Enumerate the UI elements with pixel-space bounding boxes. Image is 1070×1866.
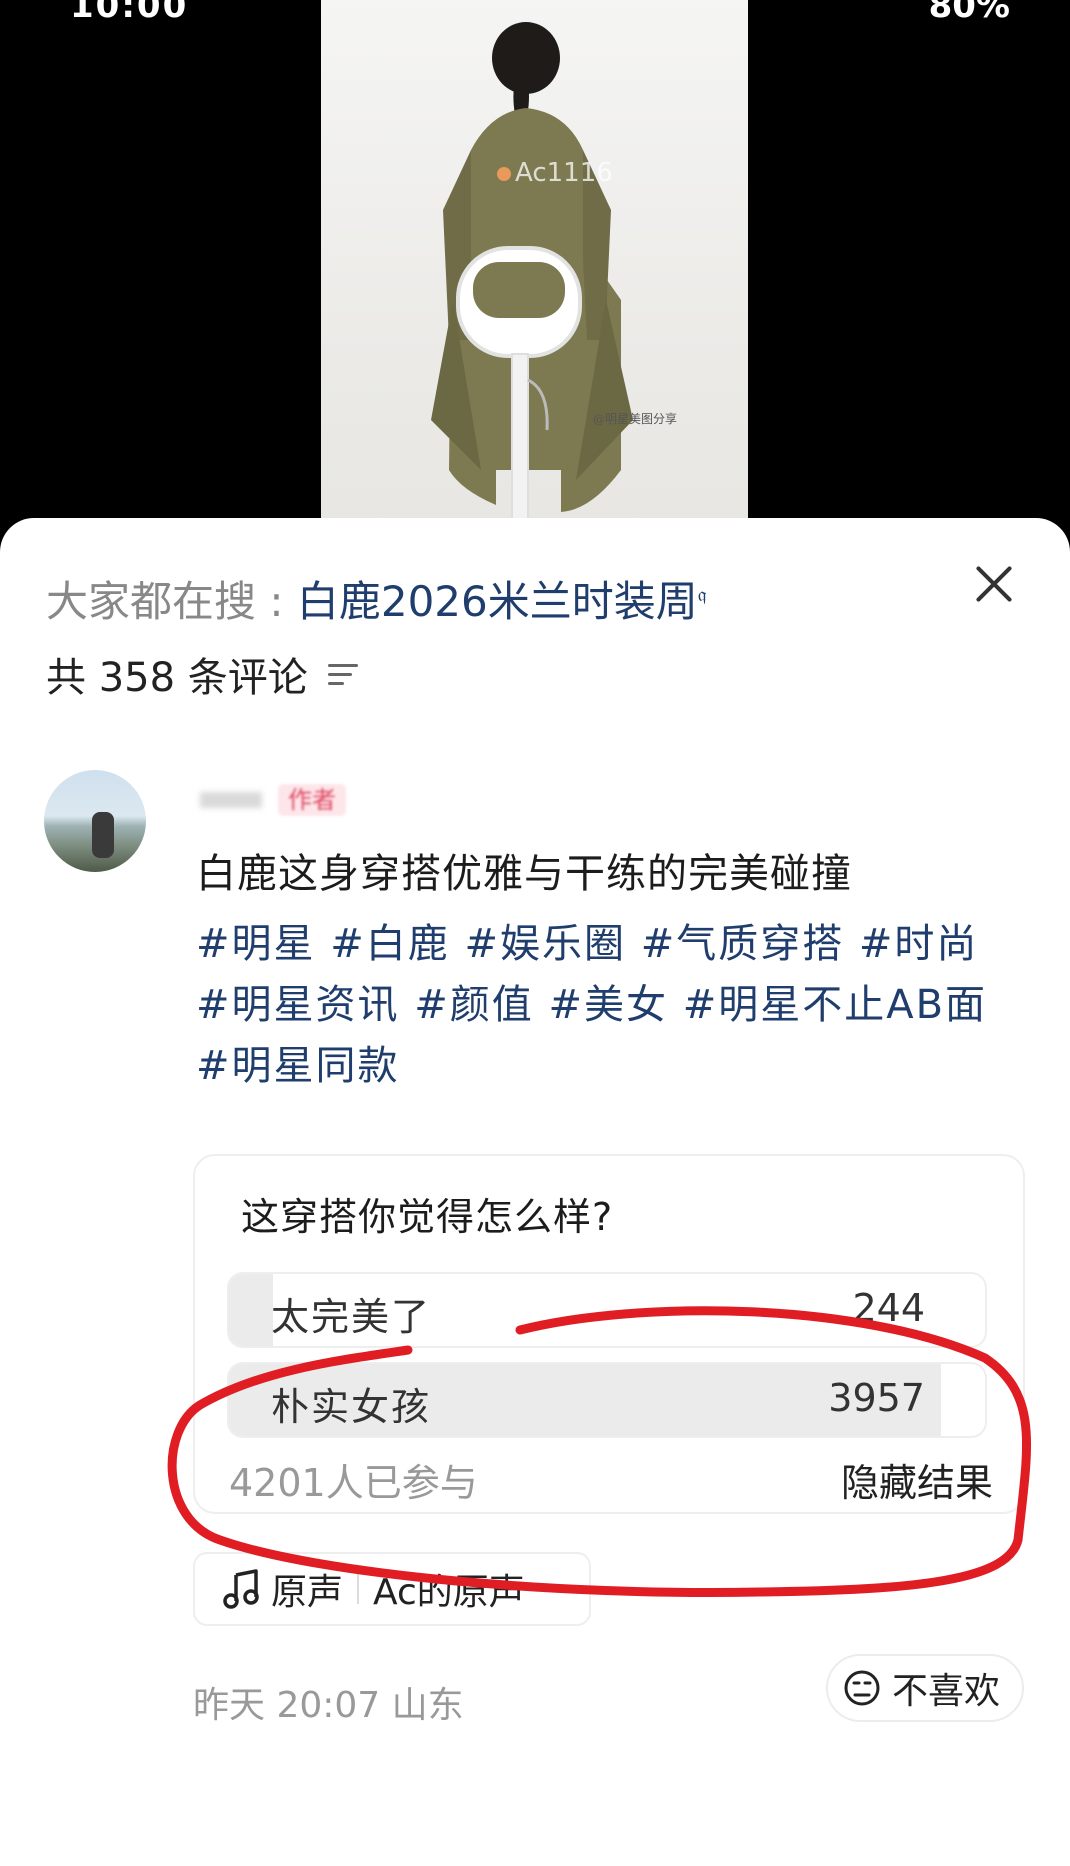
poll-option-votes: 3957: [828, 1376, 925, 1420]
music-note-icon: [223, 1569, 259, 1609]
sort-icon[interactable]: [327, 662, 360, 686]
video-credit: @明星美图分享: [593, 412, 678, 426]
dislike-button[interactable]: 不喜欢: [826, 1654, 1024, 1722]
search-suggestion-prefix: 大家都在搜 :: [46, 577, 297, 626]
original-sound-chip[interactable]: 原声 Ac的原声: [193, 1552, 591, 1626]
chip-divider: [357, 1574, 360, 1604]
poll-option-1[interactable]: 太完美了 244: [227, 1272, 987, 1348]
dislike-label: 不喜欢: [892, 1671, 1001, 1712]
hide-results-button[interactable]: 隐藏结果: [841, 1452, 993, 1507]
comment-count: 共 358 条评论: [46, 655, 308, 701]
search-suggestion-term[interactable]: 白鹿2026米兰时装周: [297, 577, 698, 626]
video-frame-image: [431, 22, 633, 536]
search-suggestion[interactable]: 大家都在搜 : 白鹿2026米兰时装周𝔮: [46, 568, 706, 629]
username-blurred[interactable]: [200, 792, 262, 808]
avatar[interactable]: [44, 770, 146, 872]
close-icon[interactable]: [968, 558, 1020, 610]
poll-option-label: 太完美了: [271, 1295, 432, 1339]
sound-label: 原声: [271, 1572, 344, 1613]
comment-hashtags[interactable]: #明星 #白鹿 #娱乐圈 #气质穿搭 #时尚 #明星资讯 #颜值 #美女 #明星…: [196, 914, 1026, 1097]
poll-question: 这穿搭你觉得怎么样?: [241, 1195, 614, 1239]
comment-sheet: 大家都在搜 : 白鹿2026米兰时装周𝔮 共 358 条评论 作者 白鹿这身穿搭…: [0, 518, 1070, 1866]
watermark-text: Ac1116: [515, 158, 613, 188]
poll-participants: 4201人已参与: [229, 1461, 478, 1505]
search-icon: 𝔮: [697, 582, 707, 606]
sound-name: Ac的原声: [373, 1572, 525, 1613]
author-badge: 作者: [278, 784, 346, 816]
comment-text: 白鹿这身穿搭优雅与干练的完美碰撞: [196, 851, 852, 897]
unhappy-face-icon: [844, 1670, 880, 1706]
comment-time-location: 昨天 20:07 山东: [193, 1685, 464, 1726]
watermark-logo-icon: [497, 167, 511, 181]
poll-option-1-bar: [229, 1274, 273, 1346]
poll-option-2[interactable]: 朴实女孩 3957: [227, 1362, 987, 1438]
status-battery: 80%: [928, 0, 1010, 26]
poll-option-label: 朴实女孩: [271, 1385, 432, 1429]
status-time: 10:00: [70, 0, 189, 26]
video-watermark: Ac1116: [497, 158, 613, 188]
video-player[interactable]: Ac1116 @明星美图分享: [321, 0, 748, 540]
comment-count-row: 共 358 条评论: [46, 645, 360, 703]
poll-card: 这穿搭你觉得怎么样? 太完美了 244 朴实女孩 3957 4201人已参与 隐…: [193, 1154, 1025, 1514]
poll-option-votes: 244: [852, 1286, 925, 1330]
